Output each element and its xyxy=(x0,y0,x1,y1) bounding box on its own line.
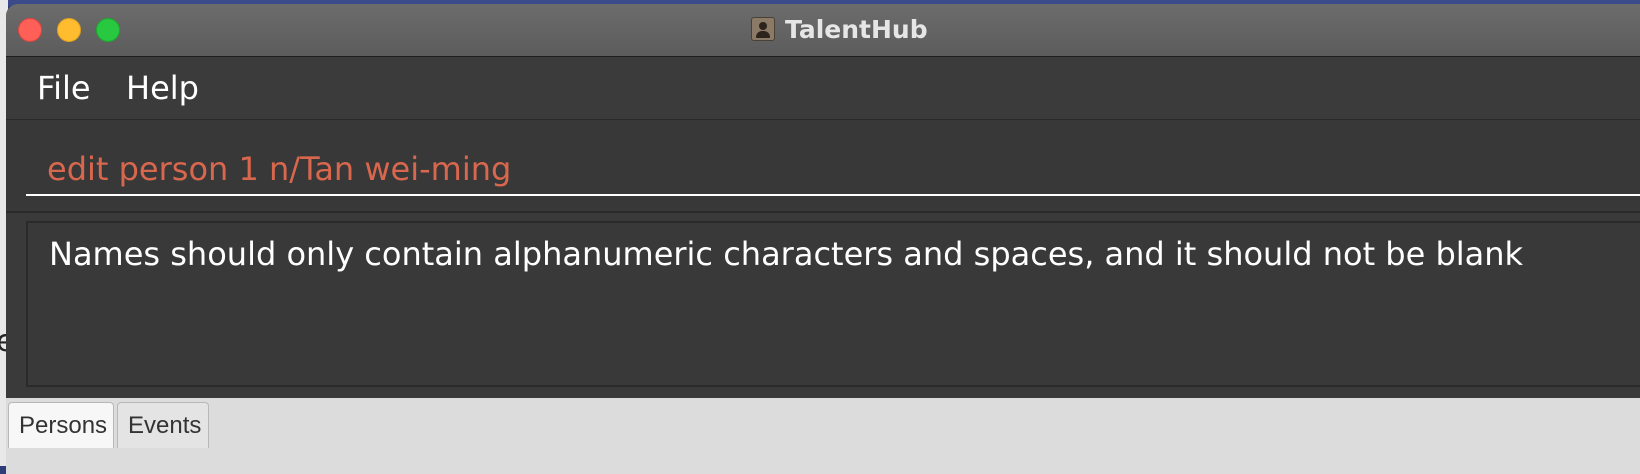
window-title-group: TalentHub xyxy=(751,14,928,44)
result-display[interactable]: Names should only contain alphanumeric c… xyxy=(26,221,1640,387)
tab-bar: Persons Events xyxy=(6,398,1640,474)
title-bar[interactable]: TalentHub xyxy=(6,4,1640,57)
minimize-window-button[interactable] xyxy=(57,18,81,42)
person-icon xyxy=(751,17,775,41)
result-message: Names should only contain alphanumeric c… xyxy=(49,235,1524,273)
tab-persons[interactable]: Persons xyxy=(8,402,114,448)
divider xyxy=(6,211,1640,213)
window-title: TalentHub xyxy=(785,14,928,44)
command-input[interactable] xyxy=(26,144,1640,196)
menu-bar: File Help xyxy=(6,57,1640,120)
close-window-button[interactable] xyxy=(18,18,42,42)
menu-file[interactable]: File xyxy=(37,69,91,107)
command-box-area xyxy=(6,120,1640,210)
menu-help[interactable]: Help xyxy=(126,69,199,107)
tab-events[interactable]: Events xyxy=(117,402,209,448)
maximize-window-button[interactable] xyxy=(96,18,120,42)
app-window: TalentHub File Help Names should only co… xyxy=(6,4,1640,474)
